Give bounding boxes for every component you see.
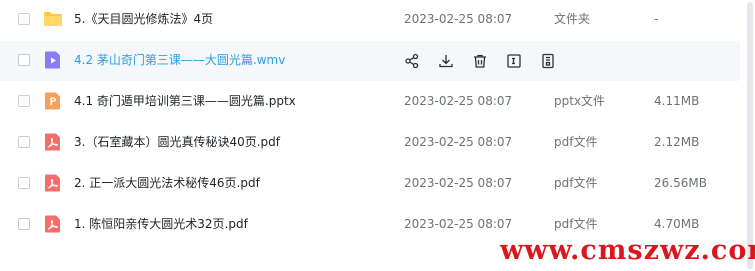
pdf-icon — [43, 214, 63, 234]
file-row-pdf[interactable]: 3.（石室藏本）圆光真传秘诀40页.pdf 2023-02-25 08:07 p… — [0, 123, 740, 163]
presentation-icon — [43, 91, 63, 111]
select-checkbox[interactable] — [18, 136, 30, 148]
file-type: pptx文件 — [554, 94, 606, 108]
file-size: 4.70MB — [654, 217, 700, 231]
file-size: 4.11MB — [654, 94, 700, 108]
file-date: 2023-02-25 08:07 — [404, 176, 513, 190]
pdf-icon — [43, 173, 63, 193]
file-row-folder[interactable]: 5.《天目圆光修炼法》4页 2023-02-25 08:07 文件夹 - — [0, 0, 740, 40]
select-checkbox[interactable] — [18, 54, 30, 66]
file-type: 文件夹 — [554, 12, 591, 26]
file-type: pdf文件 — [554, 135, 598, 149]
file-name[interactable]: 4.1 奇门遁甲培训第三课——圆光篇.pptx — [74, 93, 296, 109]
video-icon — [43, 50, 63, 70]
file-list: 5.《天目圆光修炼法》4页 2023-02-25 08:07 文件夹 - 4.2… — [0, 0, 740, 271]
scrollbar-thumb[interactable] — [747, 2, 753, 269]
folder-icon — [43, 9, 63, 29]
select-checkbox[interactable] — [18, 177, 30, 189]
pdf-icon — [43, 132, 63, 152]
file-date: 2023-02-25 08:07 — [404, 135, 513, 149]
file-date: 2023-02-25 08:07 — [404, 217, 513, 231]
file-date: 2023-02-25 08:07 — [404, 12, 513, 26]
file-name[interactable]: 3.（石室藏本）圆光真传秘诀40页.pdf — [74, 134, 280, 150]
file-name[interactable]: 2. 正一派大圆光法术秘传46页.pdf — [74, 175, 260, 191]
file-size: - — [654, 12, 659, 26]
file-date: 2023-02-25 08:07 — [404, 94, 513, 108]
file-name[interactable]: 4.2 茅山奇门第三课——大圆光篇.wmv — [74, 52, 285, 68]
file-row-video[interactable]: 4.2 茅山奇门第三课——大圆光篇.wmv — [0, 41, 740, 81]
select-checkbox[interactable] — [18, 95, 30, 107]
more-icon[interactable] — [539, 52, 557, 70]
file-row-pptx[interactable]: 4.1 奇门遁甲培训第三课——圆光篇.pptx 2023-02-25 08:07… — [0, 82, 740, 122]
watermark: www.cmszwz.com — [500, 235, 755, 266]
file-name[interactable]: 5.《天目圆光修炼法》4页 — [74, 11, 213, 27]
file-size: 2.12MB — [654, 135, 700, 149]
file-name[interactable]: 1. 陈恒阳亲传大圆光术32页.pdf — [74, 216, 248, 232]
file-type: pdf文件 — [554, 176, 598, 190]
file-row-pdf[interactable]: 2. 正一派大圆光法术秘传46页.pdf 2023-02-25 08:07 pd… — [0, 164, 740, 204]
select-checkbox[interactable] — [18, 13, 30, 25]
rename-icon[interactable] — [505, 52, 523, 70]
delete-icon[interactable] — [471, 52, 489, 70]
file-size: 26.56MB — [654, 176, 707, 190]
select-checkbox[interactable] — [18, 218, 30, 230]
download-icon[interactable] — [437, 52, 455, 70]
share-icon[interactable] — [403, 52, 421, 70]
file-browser-page: 5.《天目圆光修炼法》4页 2023-02-25 08:07 文件夹 - 4.2… — [0, 0, 755, 271]
file-type: pdf文件 — [554, 217, 598, 231]
